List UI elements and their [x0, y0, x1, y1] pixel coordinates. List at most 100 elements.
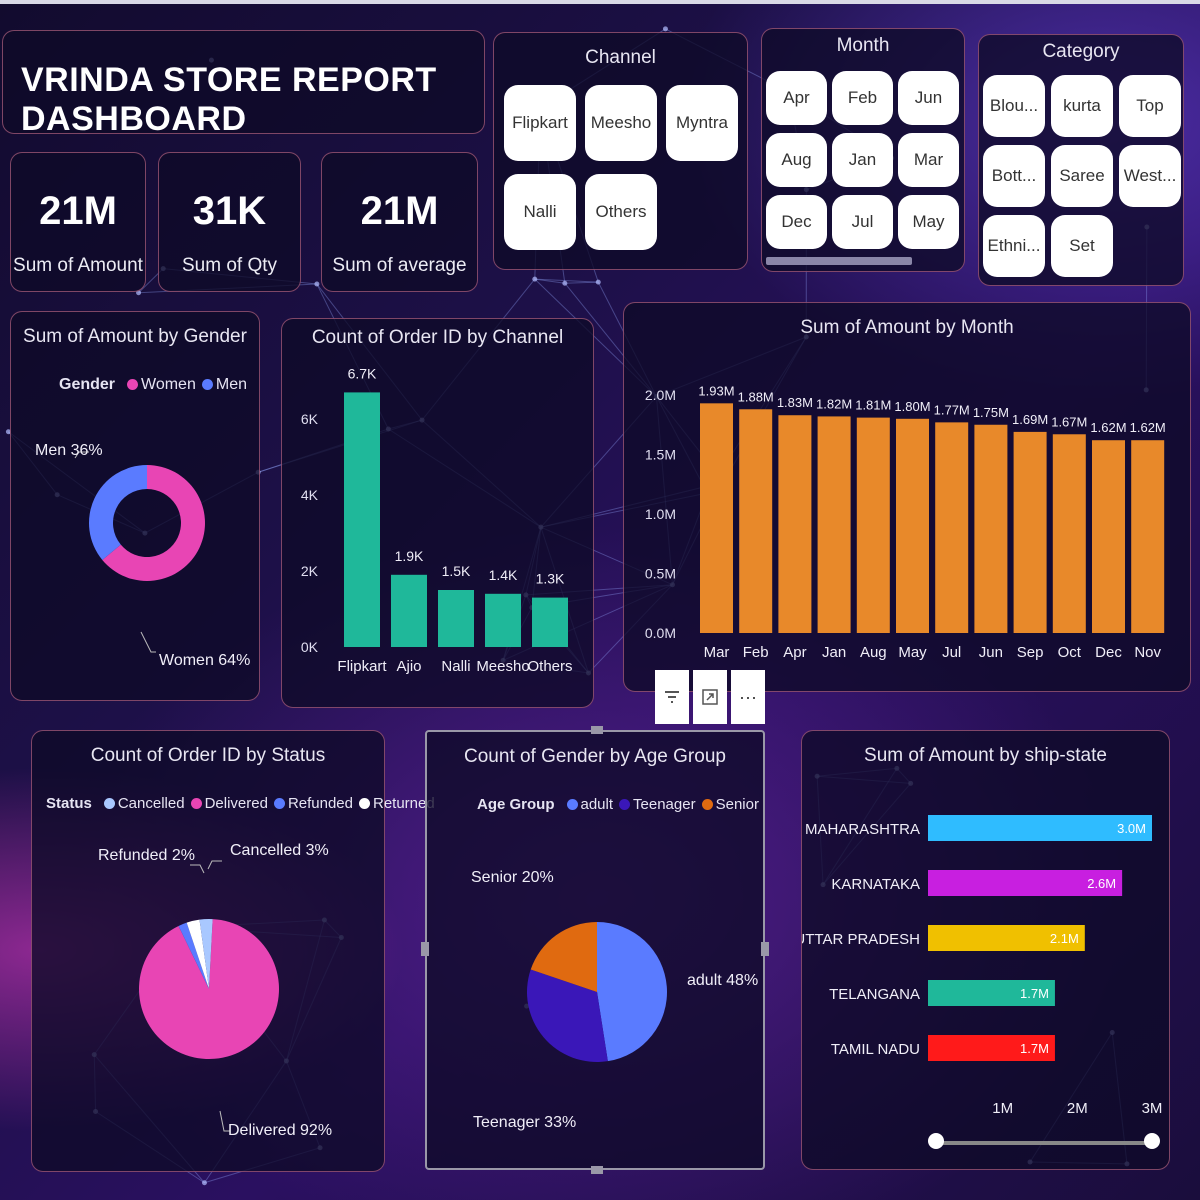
status-slices — [139, 919, 280, 1059]
x-tick-label: May — [898, 644, 927, 661]
category-slicer: Category Blou... kurta Top Bott... Saree… — [978, 34, 1184, 286]
filter-icon[interactable] — [655, 670, 689, 724]
state-bar-chart: MAHARASHTRA 3.0M KARNATAKA 2.6M UTTAR PRADES… — [802, 815, 1162, 1117]
bar-aug — [856, 417, 890, 633]
kpi-value: 21M — [360, 189, 439, 233]
network-node — [662, 26, 668, 32]
data-label: 1.80M — [894, 399, 930, 414]
kpi-label: Sum of average — [332, 255, 467, 276]
slicer-item-may[interactable]: May — [898, 195, 959, 249]
x-tick-label: Nov — [1134, 644, 1161, 661]
resize-handle[interactable] — [761, 942, 769, 956]
y-tick-label: 2K — [301, 563, 319, 579]
kpi-label: Sum of Amount — [13, 255, 143, 276]
slice-label-cancelled: Cancelled 3% — [230, 842, 329, 859]
bar-may — [896, 418, 929, 633]
resize-handle[interactable] — [591, 1166, 603, 1174]
slicer-item-kurta[interactable]: kurta — [1051, 75, 1113, 137]
slicer-item-mar[interactable]: Mar — [898, 133, 959, 187]
data-label: 1.69M — [1012, 412, 1048, 427]
x-tick-label: Ajio — [396, 658, 421, 675]
filter-icon-glyph — [665, 691, 679, 703]
slice-label-senior: Senior 20% — [471, 869, 554, 886]
title-panel: VRINDA STORE REPORT DASHBOARD — [2, 30, 485, 138]
slicer-item-nalli[interactable]: Nalli — [504, 174, 576, 250]
slicer-item-top[interactable]: Top — [1119, 75, 1181, 137]
slicer-item-jan[interactable]: Jan — [832, 133, 893, 187]
network-node — [201, 1180, 207, 1186]
state-chart-panel: Sum of Amount by ship-state MAHARASHTRA 3… — [801, 730, 1170, 1170]
age-chart-panel[interactable]: Count of Gender by Age Group Age Group ad… — [421, 726, 769, 1174]
data-label: 2.1M — [1050, 931, 1079, 946]
month-chart-panel: Sum of Amount by Month 0.0M 0.5M 1.0M 1.5M 2… — [623, 302, 1191, 692]
x-tick-label: Feb — [743, 644, 769, 661]
gender-slices — [89, 465, 206, 581]
y-tick-label: 0.5M — [645, 566, 676, 582]
y-tick-label: MAHARASHTRA — [805, 821, 920, 838]
resize-handle[interactable] — [591, 726, 603, 734]
data-label: 1.9K — [395, 548, 424, 564]
page-title: VRINDA STORE REPORT DASHBOARD — [21, 61, 437, 138]
gender-donut-chart — [74, 451, 206, 653]
data-label: 2.6M — [1087, 876, 1116, 891]
network-node — [562, 280, 568, 286]
network-node — [532, 276, 538, 282]
bar-nov — [1131, 440, 1165, 633]
data-label: 1.93M — [698, 383, 734, 398]
channel-slicer: Channel Flipkart Meesho Myntra Nalli Oth… — [493, 32, 748, 270]
slicer-item-dec[interactable]: Dec — [766, 195, 827, 249]
month-slicer: Month Apr Feb Jun Aug Jan Mar Dec Jul Ma… — [761, 28, 965, 272]
slicer-item-western[interactable]: West... — [1119, 145, 1181, 207]
bar-feb — [739, 409, 773, 633]
age-pie-chart — [527, 922, 668, 1062]
resize-handle[interactable] — [421, 942, 429, 956]
data-label: 1.5K — [442, 563, 471, 579]
slicer-item-apr[interactable]: Apr — [766, 71, 827, 125]
slicer-item-ethnic[interactable]: Ethni... — [983, 215, 1045, 277]
slicer-title: Month — [836, 35, 890, 56]
y-tick-label: 0K — [301, 639, 319, 655]
slicer-scrollbar[interactable] — [766, 257, 912, 265]
slicer-item-meesho[interactable]: Meesho — [585, 85, 657, 161]
slicer-item-jun[interactable]: Jun — [898, 71, 959, 125]
x-tick-label: 2M — [1067, 1100, 1088, 1117]
slider-handle-max[interactable] — [1144, 1133, 1160, 1149]
kpi-card-qty: 31K Sum of Qty — [158, 152, 301, 292]
y-tick-label: TAMIL NADU — [831, 1041, 920, 1058]
axis-range-slider[interactable] — [934, 1141, 1154, 1145]
bar-oct — [1052, 434, 1086, 633]
slicer-item-others[interactable]: Others — [585, 174, 657, 250]
y-tick-label: 0.0M — [645, 625, 676, 641]
bar-jan — [817, 416, 851, 633]
slicer-item-bottom[interactable]: Bott... — [983, 145, 1045, 207]
x-tick-label: Jan — [822, 644, 846, 661]
slice-label-teenager: Teenager 33% — [473, 1114, 577, 1131]
status-pie-chart — [139, 860, 280, 1132]
slider-handle-min[interactable] — [928, 1133, 944, 1149]
x-tick-label: Jun — [979, 644, 1003, 661]
y-tick-label: TELANGANA — [829, 986, 920, 1003]
data-label: 1.88M — [738, 389, 774, 404]
data-label: 1.3K — [536, 571, 565, 587]
x-tick-label: Sep — [1017, 644, 1044, 661]
data-label: 1.81M — [855, 398, 891, 413]
bar-apr — [778, 415, 812, 633]
kpi-value: 21M — [39, 189, 117, 233]
slicer-item-feb[interactable]: Feb — [832, 71, 893, 125]
y-tick-label: 2.0M — [645, 387, 676, 403]
slicer-title: Category — [1042, 41, 1120, 62]
bar-sep — [1013, 431, 1047, 633]
slicer-item-aug[interactable]: Aug — [766, 133, 827, 187]
slicer-item-flipkart[interactable]: Flipkart — [504, 85, 576, 161]
slicer-item-jul[interactable]: Jul — [832, 195, 893, 249]
x-tick-label: Meesho — [476, 658, 529, 675]
slicer-item-myntra[interactable]: Myntra — [666, 85, 738, 161]
more-options-icon[interactable]: ··· — [731, 670, 765, 724]
bar-mar — [700, 403, 733, 633]
focus-mode-icon[interactable] — [693, 670, 727, 724]
data-label: 1.67M — [1051, 414, 1087, 429]
slicer-item-blouse[interactable]: Blou... — [983, 75, 1045, 137]
slicer-item-saree[interactable]: Saree — [1051, 145, 1113, 207]
slicer-item-set[interactable]: Set — [1051, 215, 1113, 277]
x-tick-label: Mar — [704, 644, 730, 661]
